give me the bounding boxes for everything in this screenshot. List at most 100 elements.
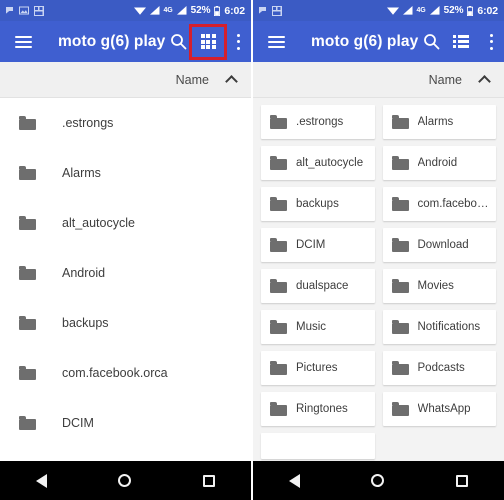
sort-label: Name xyxy=(428,72,462,87)
list-item-label: alt_autocycle xyxy=(62,216,135,230)
list-item-label: Android xyxy=(62,266,106,280)
network-type-label: 4G xyxy=(163,7,173,14)
grid-item[interactable]: backups xyxy=(261,187,375,221)
folder-icon xyxy=(19,116,36,130)
grid-item-label: Podcasts xyxy=(417,362,465,374)
cell-signal-icon xyxy=(149,6,160,15)
search-button[interactable] xyxy=(418,29,444,55)
folder-icon xyxy=(391,361,409,375)
folder-icon xyxy=(270,197,287,211)
list-item[interactable]: Alarms xyxy=(0,148,251,198)
file-grid-wrap: .estrongs Alarms alt_autocycle Android b… xyxy=(261,105,496,459)
cell-signal2-icon xyxy=(429,6,440,15)
list-item-label: Alarms xyxy=(62,166,101,180)
right-phone-screen: 4G 52% 6:02 moto g(6) play Name .estrong… xyxy=(253,0,504,500)
grid-item[interactable]: Movies xyxy=(382,269,496,303)
network-type-label: 4G xyxy=(416,7,426,14)
overflow-menu-icon xyxy=(489,33,493,50)
list-view-toggle-button[interactable] xyxy=(448,29,474,55)
grid-item[interactable]: Alarms xyxy=(382,105,496,139)
grid-item[interactable] xyxy=(261,433,375,459)
grid-item-label: Alarms xyxy=(417,116,454,128)
grid-item-label: .estrongs xyxy=(296,116,344,128)
file-list[interactable]: .estrongs Alarms alt_autocycle Android b… xyxy=(0,98,251,461)
grid-item[interactable]: Podcasts xyxy=(382,351,496,385)
sort-bar[interactable]: Name xyxy=(0,62,251,98)
status-system-icons: 4G 52% 6:02 xyxy=(386,4,498,17)
home-circle-icon[interactable] xyxy=(371,474,385,487)
list-item-label: .estrongs xyxy=(62,116,114,130)
list-item[interactable]: .estrongs xyxy=(0,98,251,148)
wifi-icon xyxy=(386,7,399,15)
clock-label: 6:02 xyxy=(224,4,245,17)
grid-item-label: alt_autocycle xyxy=(296,157,364,169)
screenshot-icon xyxy=(34,5,44,16)
folder-icon xyxy=(19,166,36,180)
app-bar: moto g(6) play xyxy=(253,21,504,62)
list-view-icon xyxy=(453,35,470,48)
recents-square-icon[interactable] xyxy=(203,474,216,487)
home-circle-icon[interactable] xyxy=(118,474,132,487)
grid-item[interactable]: Notifications xyxy=(382,310,496,344)
grid-item[interactable]: WhatsApp xyxy=(382,392,496,426)
wifi-icon xyxy=(133,7,146,15)
screenshot-icon xyxy=(272,5,282,16)
list-item[interactable]: backups xyxy=(0,298,251,348)
folder-icon xyxy=(19,316,36,330)
grid-item[interactable]: Pictures xyxy=(261,351,375,385)
app-bar: moto g(6) play xyxy=(0,21,251,62)
chevron-up-icon[interactable] xyxy=(226,74,237,85)
sort-bar[interactable]: Name xyxy=(253,62,504,98)
battery-icon xyxy=(214,5,221,16)
search-icon xyxy=(423,34,440,50)
grid-view-toggle-button[interactable] xyxy=(189,23,228,60)
search-button[interactable] xyxy=(165,29,191,55)
grid-item[interactable]: DCIM xyxy=(261,228,375,262)
grid-item[interactable]: com.facebo… xyxy=(382,187,496,221)
list-item-label: com.facebook.orca xyxy=(62,366,168,380)
status-system-icons: 4G 52% 6:02 xyxy=(133,4,245,17)
back-triangle-icon[interactable] xyxy=(35,473,47,488)
list-item[interactable]: Android xyxy=(0,248,251,298)
folder-icon xyxy=(270,238,287,252)
grid-item[interactable]: Music xyxy=(261,310,375,344)
grid-item-label: Download xyxy=(417,239,469,251)
grid-item[interactable]: dualspace xyxy=(261,269,375,303)
grid-item[interactable]: Download xyxy=(382,228,496,262)
app-bar-title: moto g(6) play xyxy=(311,32,419,50)
folder-icon xyxy=(19,216,36,230)
grid-item[interactable]: .estrongs xyxy=(261,105,375,139)
folder-icon xyxy=(270,320,287,334)
overflow-menu-button[interactable] xyxy=(478,29,504,55)
grid-item[interactable]: Ringtones xyxy=(261,392,375,426)
list-item[interactable]: DCIM xyxy=(0,398,251,448)
hamburger-menu-icon xyxy=(267,35,285,48)
list-item[interactable]: com.facebook.orca xyxy=(0,348,251,398)
grid-item-label: Android xyxy=(417,157,458,169)
back-triangle-icon[interactable] xyxy=(288,473,300,488)
folder-icon xyxy=(270,115,287,129)
hamburger-menu-button[interactable] xyxy=(263,29,289,55)
cell-signal2-icon xyxy=(176,6,187,15)
battery-percent-label: 52% xyxy=(190,5,211,16)
list-item-label: backups xyxy=(62,316,109,330)
grid-item[interactable]: alt_autocycle xyxy=(261,146,375,180)
left-phone-screen: 4G 52% 6:02 moto g(6) play Name .estrong… xyxy=(0,0,251,500)
status-notification-icons xyxy=(258,5,282,16)
file-grid[interactable]: .estrongs Alarms alt_autocycle Android b… xyxy=(253,98,504,461)
chevron-up-icon[interactable] xyxy=(479,74,490,85)
clock-label: 6:02 xyxy=(477,4,498,17)
overflow-menu-icon xyxy=(236,33,240,50)
folder-icon xyxy=(19,266,36,280)
list-item[interactable]: alt_autocycle xyxy=(0,198,251,248)
grid-item[interactable]: Android xyxy=(382,146,496,180)
status-bar: 4G 52% 6:02 xyxy=(0,0,251,21)
recents-square-icon[interactable] xyxy=(456,474,469,487)
folder-icon xyxy=(19,366,36,380)
cell-signal-icon xyxy=(402,6,413,15)
folder-icon xyxy=(391,115,409,129)
grid-item-label: Movies xyxy=(417,280,454,292)
overflow-menu-button[interactable] xyxy=(225,29,251,55)
hamburger-menu-button[interactable] xyxy=(10,29,36,55)
hamburger-menu-icon xyxy=(14,35,32,48)
